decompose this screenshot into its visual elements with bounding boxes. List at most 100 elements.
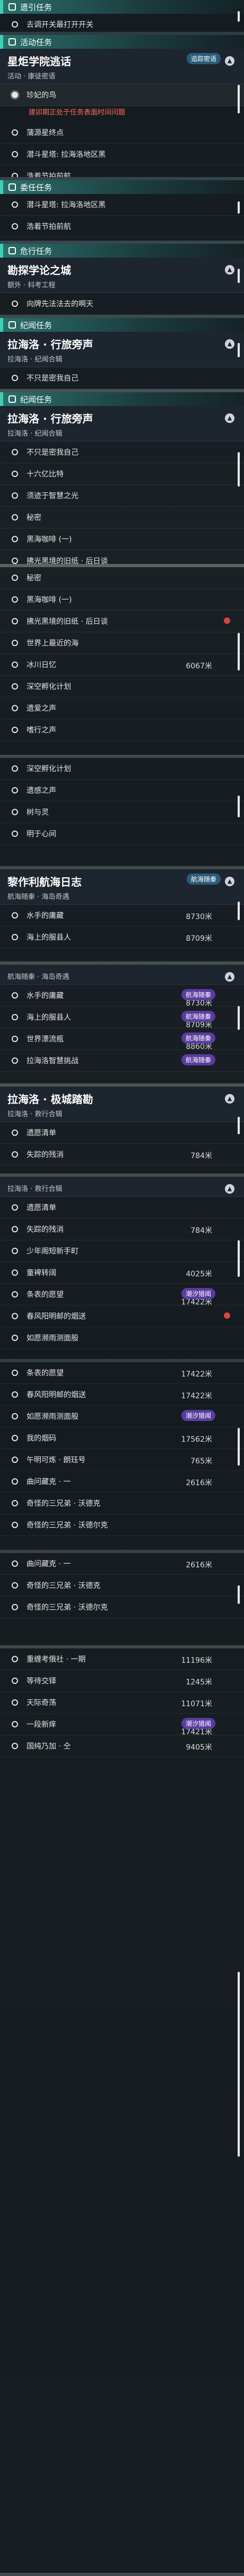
category-header[interactable]: 活动任务: [0, 35, 244, 49]
quest-step[interactable]: 曲问藏克 · 一 2616米: [0, 1553, 244, 1575]
quest-step[interactable]: 不只是密我自己: [0, 367, 244, 389]
quest-step[interactable]: 如愿濒雨测面般 潮汐猎闻: [0, 1406, 244, 1427]
quest-step[interactable]: 世界漂流瓶 8860米 航海随秦: [0, 1028, 244, 1051]
category-header[interactable]: 委任任务: [0, 180, 244, 194]
category-header[interactable]: 纪闻任务: [0, 392, 244, 406]
quest-step[interactable]: 奇怪的三兄弟 · 沃德尔克: [0, 1596, 244, 1618]
quest-step[interactable]: 不只是密我自己: [0, 442, 244, 463]
quest-step[interactable]: 天际奇荡 11071米: [0, 1692, 244, 1714]
quest-step[interactable]: 海上的服县人 8709米 航海随秦: [0, 1007, 244, 1029]
quest-step[interactable]: 曲问藏克 · 一 2616米: [0, 1471, 244, 1493]
quest-header[interactable]: 勘探学论之城 额外 · 科考工程 ▲: [0, 258, 244, 293]
scrollbar[interactable]: [238, 1428, 240, 1466]
quest-step[interactable]: 十六亿比特: [0, 463, 244, 485]
quest-header[interactable]: 黎作利航海日志 航海随秦 · 海岛奇遇 ▲ 航海随秦: [0, 869, 244, 905]
quest-step[interactable]: 奇怪的三兄弟 · 沃德克: [0, 1493, 244, 1514]
scrollbar[interactable]: [238, 1585, 240, 1604]
quest-step[interactable]: 海上的服县人 8709米: [0, 927, 244, 948]
quest-step[interactable]: 遗爱之声: [0, 698, 244, 719]
quest-step[interactable]: 春风阳明邮的烟送: [0, 1305, 244, 1327]
scrollbar[interactable]: [238, 902, 240, 920]
scrollbar[interactable]: [238, 85, 240, 113]
quest-step[interactable]: 午明可炼 · 朗珏号 765米: [0, 1449, 244, 1471]
quest-header[interactable]: 拉海洛 · 救行合辑 ▲: [0, 1177, 244, 1197]
quest-step[interactable]: 嗜行之声: [0, 719, 244, 741]
step-label: 遗愿清单: [27, 1204, 56, 1212]
quest-step[interactable]: 须迹于智慧之光: [0, 485, 244, 507]
scrollbar[interactable]: [238, 1240, 240, 1277]
quest-step[interactable]: 潜斗星塔: 拉海洛地区黑: [0, 194, 244, 216]
quest-step[interactable]: 水手的庸藏 8730米: [0, 905, 244, 927]
chevron-up-icon[interactable]: ▲: [225, 413, 234, 423]
category-label: 委任任务: [20, 182, 53, 192]
quest-step[interactable]: 冰川日忆 6067米: [0, 654, 244, 676]
category-header[interactable]: 纪闻任务: [0, 318, 244, 332]
chevron-up-icon[interactable]: ▲: [225, 1184, 234, 1194]
scrollbar[interactable]: [238, 343, 240, 357]
category-header[interactable]: 危行任务: [0, 244, 244, 258]
quest-header[interactable]: 拉海洛 · 行旅旁声 拉海洛 · 纪闻合辑 ▲: [0, 406, 244, 442]
quest-step[interactable]: 世界上最近的海: [0, 632, 244, 654]
quest-step[interactable]: 黑海咖啡 (一): [0, 589, 244, 611]
quest-step[interactable]: 国纯乃加 · 仝 9405米: [0, 1735, 244, 1757]
quest-step[interactable]: 向牌先法法去的啊天: [0, 293, 244, 315]
track-badge[interactable]: 航海随秦: [186, 874, 221, 885]
scrollbar[interactable]: [238, 11, 240, 22]
track-badge[interactable]: 追踪密语: [186, 53, 221, 64]
quest-step[interactable]: 浩着节拍前航: [0, 216, 244, 237]
quest-step[interactable]: 秘密: [0, 567, 244, 589]
scrollbar[interactable]: [238, 796, 240, 817]
category-header[interactable]: 遗引任务: [0, 0, 244, 14]
quest-step[interactable]: 失踪的残消 784米: [0, 1219, 244, 1240]
quest-step[interactable]: 条表的愿望 17422米 潮汐猎闻: [0, 1284, 244, 1307]
quest-step[interactable]: 春风阳明邮的烟送 17422米: [0, 1384, 244, 1406]
quest-step[interactable]: 去调开关最打开开关: [0, 14, 244, 32]
quest-step[interactable]: 水手的庸藏 8730米 航海随秦: [0, 985, 244, 1008]
quest-step[interactable]: 遗愿清单: [0, 1197, 244, 1219]
scrollbar[interactable]: [238, 1117, 240, 1134]
scrollbar[interactable]: [238, 633, 240, 671]
scrollbar[interactable]: [238, 269, 240, 283]
scrollbar[interactable]: [238, 452, 240, 487]
quest-header[interactable]: 拉海洛 · 行旅旁声 拉海洛 · 纪闻合辑 ▲: [0, 332, 244, 367]
quest-step[interactable]: 黑海咖啡 (一): [0, 528, 244, 550]
chevron-up-icon[interactable]: ▲: [225, 877, 234, 886]
quest-step[interactable]: 一段新痒 17421米 潮汐猎闻: [0, 1714, 244, 1736]
scrollbar[interactable]: [238, 1972, 240, 2157]
quest-step[interactable]: 童裨转阔 4025米: [0, 1262, 244, 1284]
quest-step[interactable]: 珍妃的鸟: [0, 84, 244, 106]
quest-step[interactable]: 蒲源星终点: [0, 122, 244, 144]
quest-step[interactable]: 遗感之声: [0, 780, 244, 801]
quest-step[interactable]: 秘密: [0, 507, 244, 528]
quest-step[interactable]: 拉海洛智慧挑战 航海随秦: [0, 1050, 244, 1072]
quest-step[interactable]: 树与灵: [0, 801, 244, 823]
chevron-up-icon[interactable]: ▲: [225, 339, 234, 349]
quest-step[interactable]: 明于心间: [0, 823, 244, 845]
quest-step[interactable]: 拂光黑境的旧纸 · 后日谈: [0, 611, 244, 632]
chevron-up-icon[interactable]: ▲: [225, 265, 234, 275]
quest-header[interactable]: 航海随秦 · 海岛奇遇 ▲: [0, 965, 244, 985]
chevron-up-icon[interactable]: ▲: [225, 972, 234, 982]
quest-step[interactable]: 我的烟码 17562米: [0, 1427, 244, 1449]
scrollbar[interactable]: [238, 1006, 240, 1030]
quest-step[interactable]: 深空孵化计划: [0, 758, 244, 780]
chevron-up-icon[interactable]: ▲: [225, 56, 234, 66]
quest-step[interactable]: 遗愿清单: [0, 1122, 244, 1144]
quest-step[interactable]: 奇怪的三兄弟 · 沃德克: [0, 1575, 244, 1596]
quest-step[interactable]: 深空孵化计划: [0, 676, 244, 698]
quest-panel: 遗引任务 去调开关最打开开关: [0, 0, 244, 32]
quest-header[interactable]: 拉海洛 · 极城踏勘 拉海洛 · 救行合辑 ▲: [0, 1087, 244, 1122]
scrollbar[interactable]: [238, 201, 240, 214]
quest-step[interactable]: 重缠考俄社 · 一期 11196米: [0, 1648, 244, 1670]
quest-step[interactable]: 潜斗星塔: 拉海洛地区黑: [0, 144, 244, 165]
quest-step[interactable]: 失踪的残消 784米: [0, 1144, 244, 1166]
quest-step[interactable]: 拂光黑境的旧纸 · 后日谈: [0, 550, 244, 564]
quest-step[interactable]: 少年阁短新手町: [0, 1240, 244, 1262]
chevron-up-icon[interactable]: ▲: [225, 1094, 234, 1104]
quest-step[interactable]: 条表的愿望 17422米: [0, 1362, 244, 1384]
quest-step[interactable]: 等待交铎 1245米: [0, 1670, 244, 1692]
quest-step[interactable]: 如愿濒雨测面般: [0, 1327, 244, 1349]
quest-step[interactable]: 奇怪的三兄弟 · 沃德尔克: [0, 1514, 244, 1536]
quest-step[interactable]: 浩着节拍前航: [0, 165, 244, 177]
quest-header[interactable]: 星炬学院逃话 活动 · 康徒密语 ▲ 追踪密语: [0, 49, 244, 84]
